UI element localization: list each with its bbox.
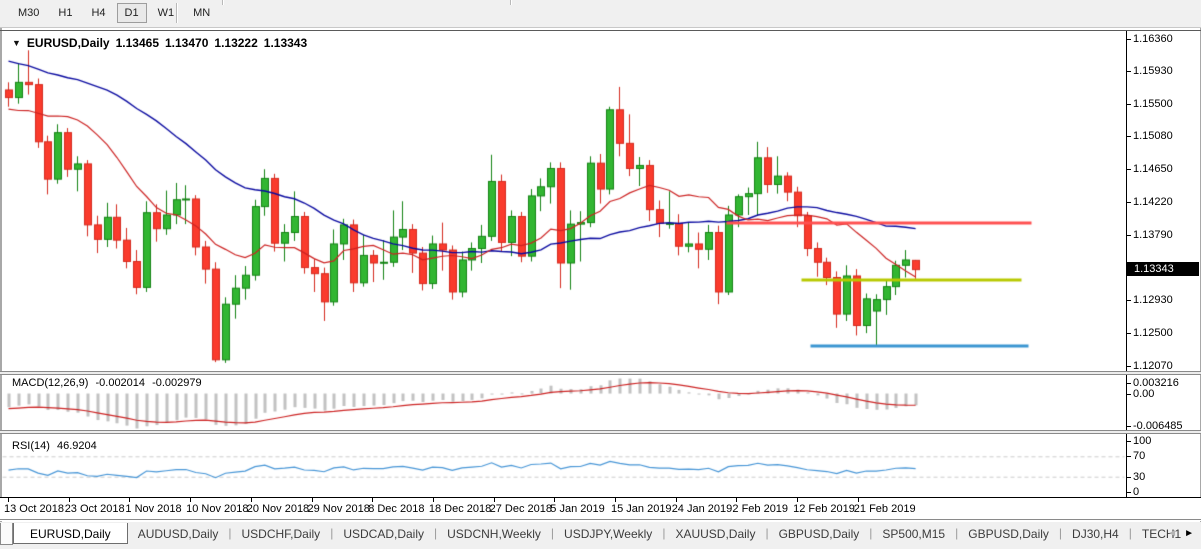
current-price-tag: 1.13343	[1127, 262, 1199, 276]
macd-indicator-name: MACD(12,26,9)	[12, 377, 88, 389]
rsi-pane-splitter[interactable]	[0, 430, 1201, 434]
rsi-axis-tick: 0	[1133, 486, 1199, 499]
tab-usdcad-daily[interactable]: USDCAD,Daily	[333, 523, 434, 549]
macd-axis-tick: 0.00	[1133, 388, 1199, 401]
date-label: 24 Jan 2019	[672, 503, 733, 515]
tab-gbpusd-daily[interactable]: GBPUSD,Daily	[769, 523, 870, 549]
terminal-screen: M30 H1 H4 D1 W1 MN ▼ EURUSD,Daily 1.1346…	[0, 0, 1201, 549]
timeframe-buttons: M30 H1 H4 D1 W1 MN	[10, 3, 218, 23]
macd-pane-splitter[interactable]	[0, 371, 1201, 375]
date-label: 21 Feb 2019	[854, 503, 916, 515]
price-tick: 1.16360	[1133, 33, 1199, 46]
price-tick: 1.14650	[1133, 163, 1199, 176]
macd-label: MACD(12,26,9) -0.002014 -0.002979	[12, 377, 206, 389]
chart-tab-bar: EURUSD,Daily AUDUSD,Daily | USDCHF,Daily…	[0, 523, 1201, 549]
date-label: 8 Dec 2018	[368, 503, 424, 515]
rsi-axis-tick: 30	[1133, 471, 1199, 484]
macd-axis-tick: -0.006485	[1133, 420, 1199, 433]
macd-signal-value: -0.002979	[152, 377, 202, 389]
date-label: 23 Oct 2018	[65, 503, 125, 515]
date-label: 2 Feb 2019	[732, 503, 788, 515]
date-label: 18 Dec 2018	[429, 503, 491, 515]
date-label: 12 Feb 2019	[793, 503, 855, 515]
tab-usdcnh-weekly[interactable]: USDCNH,Weekly	[437, 523, 551, 549]
price-tick: 1.12930	[1133, 294, 1199, 307]
date-label: 15 Jan 2019	[611, 503, 672, 515]
chart-frame-top	[0, 30, 1201, 31]
timeframe-mn-button[interactable]: MN	[185, 3, 218, 23]
price-tick: 1.14220	[1133, 196, 1199, 209]
rsi-value: 46.9204	[57, 440, 97, 452]
timeframe-h4-button[interactable]: H4	[83, 3, 113, 23]
time-axis: 13 Oct 2018 23 Oct 2018 1 Nov 2018 10 No…	[0, 498, 1201, 519]
rsi-axis-tick: 100	[1133, 435, 1199, 448]
tab-audusd-daily[interactable]: AUDUSD,Daily	[128, 523, 229, 549]
date-label: 27 Dec 2018	[490, 503, 552, 515]
date-label: 1 Nov 2018	[125, 503, 181, 515]
toolbar-separator-mark	[222, 0, 224, 5]
ohlc-low: 1.13222	[214, 36, 257, 50]
date-label: 29 Nov 2018	[308, 503, 370, 515]
date-label: 13 Oct 2018	[4, 503, 64, 515]
price-tick: 1.15080	[1133, 130, 1199, 143]
chart-symbol-title: EURUSD,Daily	[27, 36, 110, 50]
chart-header: ▼ EURUSD,Daily 1.13465 1.13470 1.13222 1…	[12, 36, 307, 50]
tab-gbpusd-daily-2[interactable]: GBPUSD,Daily	[958, 523, 1059, 549]
toolbar-separator-mark	[510, 0, 512, 5]
rsi-indicator-name: RSI(14)	[12, 440, 50, 452]
tab-scroll-right-icon[interactable]: ►	[1184, 528, 1194, 539]
timeframe-toolbar: M30 H1 H4 D1 W1 MN	[0, 0, 1201, 28]
price-tick: 1.12070	[1133, 360, 1199, 373]
tab-eurusd-daily[interactable]: EURUSD,Daily	[13, 523, 128, 544]
ohlc-close: 1.13343	[264, 36, 307, 50]
macd-value: -0.002014	[95, 377, 145, 389]
timeframe-h1-button[interactable]: H1	[50, 3, 80, 23]
price-tick: 1.15500	[1133, 98, 1199, 111]
timeframe-m30-button[interactable]: M30	[10, 3, 47, 23]
ohlc-open: 1.13465	[116, 36, 159, 50]
tab-usdchf-daily[interactable]: USDCHF,Daily	[232, 523, 331, 549]
rsi-label: RSI(14) 46.9204	[12, 440, 101, 452]
timeframe-d1-button[interactable]: D1	[117, 3, 147, 23]
window-bottom-edge	[0, 519, 1201, 521]
chart-canvas[interactable]	[0, 30, 1126, 498]
toolbar-separator	[176, 3, 178, 23]
tab-scroll-left-icon[interactable]: ◄	[1167, 528, 1177, 539]
price-tick: 1.13790	[1133, 229, 1199, 242]
price-tick: 1.12500	[1133, 327, 1199, 340]
date-label: 20 Nov 2018	[247, 503, 309, 515]
date-label: 5 Jan 2019	[550, 503, 604, 515]
tab-tech1[interactable]: TECH1	[1132, 523, 1191, 549]
tab-usdjpy-weekly[interactable]: USDJPY,Weekly	[554, 523, 662, 549]
date-label: 10 Nov 2018	[186, 503, 248, 515]
price-tick: 1.15930	[1133, 65, 1199, 78]
tab-bar-left-stub	[0, 523, 13, 545]
tab-xauusd-daily[interactable]: XAUUSD,Daily	[665, 523, 765, 549]
ohlc-high: 1.13470	[165, 36, 208, 50]
rsi-axis-tick: 70	[1133, 450, 1199, 463]
tab-dj30-h4[interactable]: DJ30,H4	[1062, 523, 1129, 549]
ohlc-collapse-icon[interactable]: ▼	[12, 38, 21, 48]
tab-sp500-m15[interactable]: SP500,M15	[872, 523, 955, 549]
